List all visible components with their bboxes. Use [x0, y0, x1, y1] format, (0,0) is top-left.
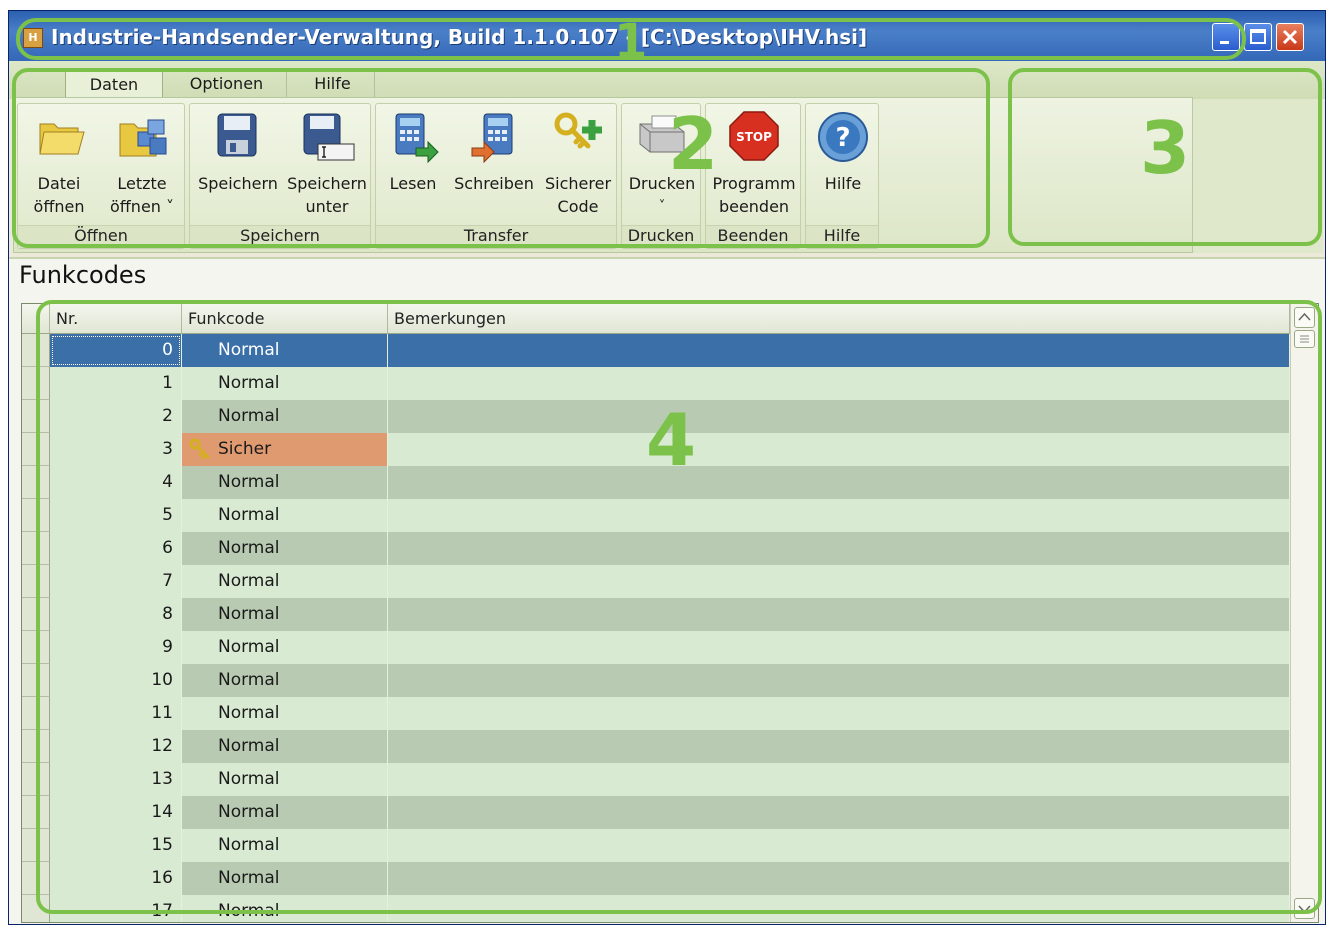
annotation-number-1: 1 [614, 14, 648, 70]
annotation-region-4 [36, 300, 1322, 914]
annotation-number-3: 3 [1140, 106, 1191, 190]
close-icon [1282, 29, 1298, 45]
page-title: Funkcodes [19, 261, 147, 289]
maximize-button[interactable] [1244, 23, 1272, 51]
annotation-number-4: 4 [646, 398, 697, 482]
maximize-icon [1250, 29, 1266, 44]
annotation-number-2: 2 [668, 102, 719, 186]
annotation-region-2 [12, 68, 990, 248]
close-button[interactable] [1276, 23, 1304, 51]
